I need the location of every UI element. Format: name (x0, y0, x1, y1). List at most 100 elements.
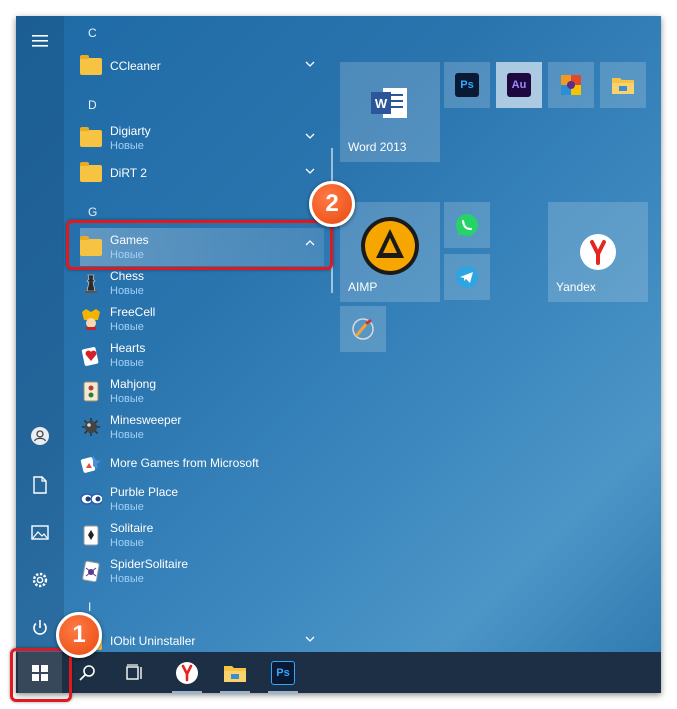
tile-word[interactable]: W Word 2013 (340, 62, 440, 162)
app-name: Mahjong (110, 376, 157, 391)
new-badge: Новые (110, 320, 144, 333)
file-explorer-icon (612, 78, 634, 94)
file-explorer-icon (224, 665, 246, 682)
app-name: Chess (110, 268, 145, 283)
app-chess[interactable]: Chess Новые (80, 266, 324, 300)
start-menu: C CCleaner D Digiarty Новые DiRT 2 G Game… (16, 16, 661, 693)
chevron-down-icon[interactable] (304, 165, 316, 177)
chevron-down-icon[interactable] (304, 58, 316, 70)
new-badge: Новые (110, 428, 144, 441)
task-view-icon (126, 663, 142, 680)
spider-solitaire-icon (80, 560, 102, 582)
photoshop-icon: Ps (455, 73, 479, 97)
taskbar-photoshop[interactable]: Ps (260, 652, 306, 693)
app-hearts[interactable]: Hearts Новые (80, 338, 324, 372)
taskbar-yandex-browser[interactable] (164, 652, 210, 693)
app-minesweeper[interactable]: Minesweeper Новые (80, 410, 324, 444)
yandex-browser-icon (176, 661, 198, 684)
user-icon[interactable] (16, 414, 64, 458)
photoshop-icon: Ps (271, 660, 295, 685)
aimp-icon (361, 217, 419, 275)
app-more-games[interactable]: More Games from Microsoft (80, 446, 324, 480)
step-badge-2: 2 (309, 181, 355, 227)
app-solitaire[interactable]: Solitaire Новые (80, 518, 324, 552)
whatsapp-icon (456, 214, 478, 236)
solitaire-icon (80, 524, 102, 546)
app-name: DiRT 2 (110, 165, 147, 180)
new-badge: Новые (110, 139, 144, 152)
tile-audition[interactable]: Au (496, 62, 542, 108)
svg-text:W: W (375, 96, 388, 111)
tile-label: Yandex (556, 280, 596, 294)
taskbar-file-explorer[interactable] (212, 652, 258, 693)
app-mahjong[interactable]: Mahjong Новые (80, 374, 324, 408)
tile-file-explorer[interactable] (600, 62, 646, 108)
chevron-down-icon[interactable] (304, 633, 316, 645)
word-icon: W (371, 88, 407, 118)
tile-yandex[interactable]: Yandex (548, 202, 648, 302)
pictures-icon[interactable] (16, 510, 64, 554)
tile-app-multicolor[interactable] (548, 62, 594, 108)
tile-telegram[interactable] (444, 254, 490, 300)
app-purble-place[interactable]: Purble Place Новые (80, 482, 324, 516)
letter-header-c[interactable]: C (88, 26, 97, 40)
chess-icon (80, 272, 102, 294)
running-indicator (268, 691, 298, 693)
audition-icon: Au (507, 73, 531, 97)
app-name: More Games from Microsoft (110, 455, 259, 470)
app-name: FreeCell (110, 304, 156, 319)
tile-photoshop[interactable]: Ps (444, 62, 490, 108)
app-name: SpiderSolitaire (110, 556, 189, 571)
hearts-icon (80, 344, 102, 366)
paint-brush-icon (352, 318, 374, 340)
tile-label: Word 2013 (348, 140, 407, 154)
purble-place-icon (80, 488, 102, 510)
letter-header-d[interactable]: D (88, 98, 97, 112)
document-icon[interactable] (16, 463, 64, 507)
step-badge-1: 1 (56, 612, 102, 658)
app-folder-digiarty[interactable]: Digiarty Новые (80, 121, 324, 155)
app-name: Solitaire (110, 520, 154, 535)
letter-header-i[interactable]: I (88, 600, 91, 614)
app-folder-dirt2[interactable]: DiRT 2 (80, 156, 324, 190)
tile-label: AIMP (348, 280, 378, 294)
app-spider-solitaire[interactable]: SpiderSolitaire Новые (80, 554, 324, 588)
new-badge: Новые (110, 536, 144, 549)
search-icon (79, 664, 95, 681)
hamburger-icon[interactable] (16, 19, 64, 63)
start-button-highlight (10, 648, 72, 702)
app-name: Digiarty (110, 123, 151, 138)
app-folder-ccleaner[interactable]: CCleaner (80, 49, 324, 83)
more-games-icon (80, 452, 102, 474)
app-name: CCleaner (110, 58, 161, 73)
yandex-icon (580, 234, 616, 270)
new-badge: Новые (110, 356, 144, 369)
games-folder-highlight (66, 220, 333, 270)
running-indicator (220, 691, 250, 693)
taskbar: Ps (16, 652, 661, 693)
app-name: Purble Place (110, 484, 179, 499)
tile-whatsapp[interactable] (444, 202, 490, 248)
running-indicator (172, 691, 202, 693)
app-freecell[interactable]: FreeCell Новые (80, 302, 324, 336)
start-rail (16, 16, 64, 652)
telegram-icon (456, 266, 478, 288)
new-badge: Новые (110, 500, 144, 513)
app-name: IObit Uninstaller (110, 633, 196, 648)
settings-icon[interactable] (16, 558, 64, 602)
app-name: Minesweeper (110, 412, 182, 427)
folder-icon (80, 126, 102, 147)
freecell-icon (80, 308, 102, 330)
new-badge: Новые (110, 284, 144, 297)
letter-header-g[interactable]: G (88, 205, 97, 219)
tile-aimp[interactable]: AIMP (340, 202, 440, 302)
new-badge: Новые (110, 572, 144, 585)
tile-paint[interactable] (340, 306, 386, 352)
folder-icon (80, 54, 102, 75)
chevron-down-icon[interactable] (304, 130, 316, 142)
multicolor-app-icon (561, 75, 581, 95)
new-badge: Новые (110, 392, 144, 405)
task-view-button[interactable] (112, 652, 158, 693)
app-list: C CCleaner D Digiarty Новые DiRT 2 G Game… (64, 16, 326, 652)
mahjong-icon (80, 380, 102, 402)
